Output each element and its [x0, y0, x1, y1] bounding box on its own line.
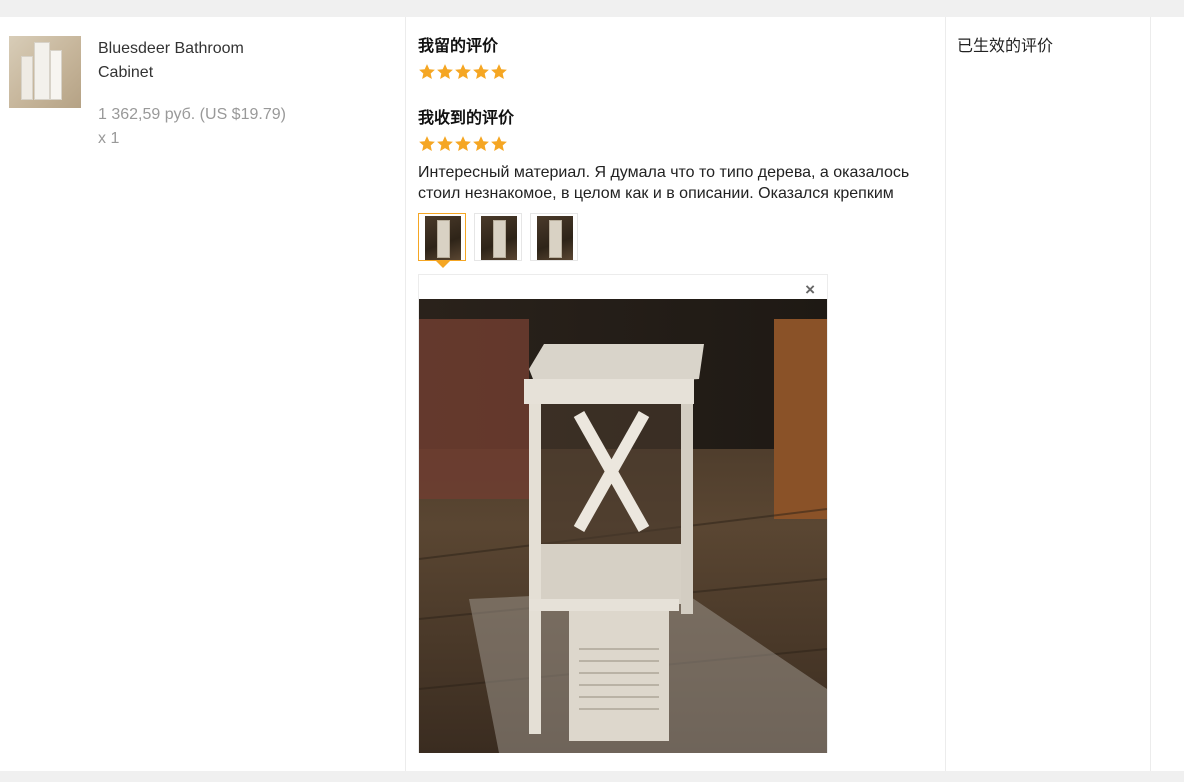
- product-title-line1: Bluesdeer Bathroom: [98, 40, 244, 57]
- star-icon: [455, 136, 471, 151]
- my-review-stars: [418, 63, 508, 81]
- review-text-line2: стоил незнакомое, в целом как и в описан…: [418, 185, 894, 202]
- star-icon: [419, 64, 435, 79]
- product-quantity: x 1: [98, 130, 120, 147]
- star-icon: [473, 64, 489, 79]
- column-divider: [1150, 17, 1151, 771]
- product-title-line2: Cabinet: [98, 64, 154, 81]
- review-photo-preview: ×: [418, 274, 828, 753]
- product-thumbnail[interactable]: [9, 36, 81, 108]
- bottom-band: [0, 771, 1184, 782]
- order-review-row: Bluesdeer Bathroom Cabinet 1 362,59 руб.…: [0, 17, 1184, 771]
- star-icon: [437, 64, 453, 79]
- received-review-stars: [418, 135, 508, 153]
- received-review-title: 我收到的评价: [418, 110, 515, 127]
- star-icon: [455, 64, 471, 79]
- product-price: 1 362,59 руб. (US $19.79): [98, 106, 286, 123]
- my-review-title: 我留的评价: [418, 38, 499, 55]
- review-photo-thumb-1[interactable]: [418, 213, 466, 261]
- star-icon: [473, 136, 489, 151]
- review-status-label: 已生效的评价: [957, 38, 1054, 55]
- star-icon: [419, 136, 435, 151]
- review-text: Интересный материал. Я думала что то тип…: [418, 162, 938, 204]
- top-band: [0, 0, 1184, 17]
- star-icon: [437, 136, 453, 151]
- close-preview-button[interactable]: ×: [805, 279, 815, 301]
- review-photo-thumb-3[interactable]: [530, 213, 578, 261]
- review-text-line1: Интересный материал. Я думала что то тип…: [418, 164, 910, 181]
- column-divider: [945, 17, 946, 771]
- selected-thumb-caret: [436, 261, 450, 268]
- product-title[interactable]: Bluesdeer Bathroom Cabinet: [98, 37, 328, 85]
- review-photo-thumb-2[interactable]: [474, 213, 522, 261]
- review-photo-image: [419, 299, 827, 753]
- star-icon: [491, 64, 507, 79]
- column-divider: [405, 17, 406, 771]
- star-icon: [491, 136, 507, 151]
